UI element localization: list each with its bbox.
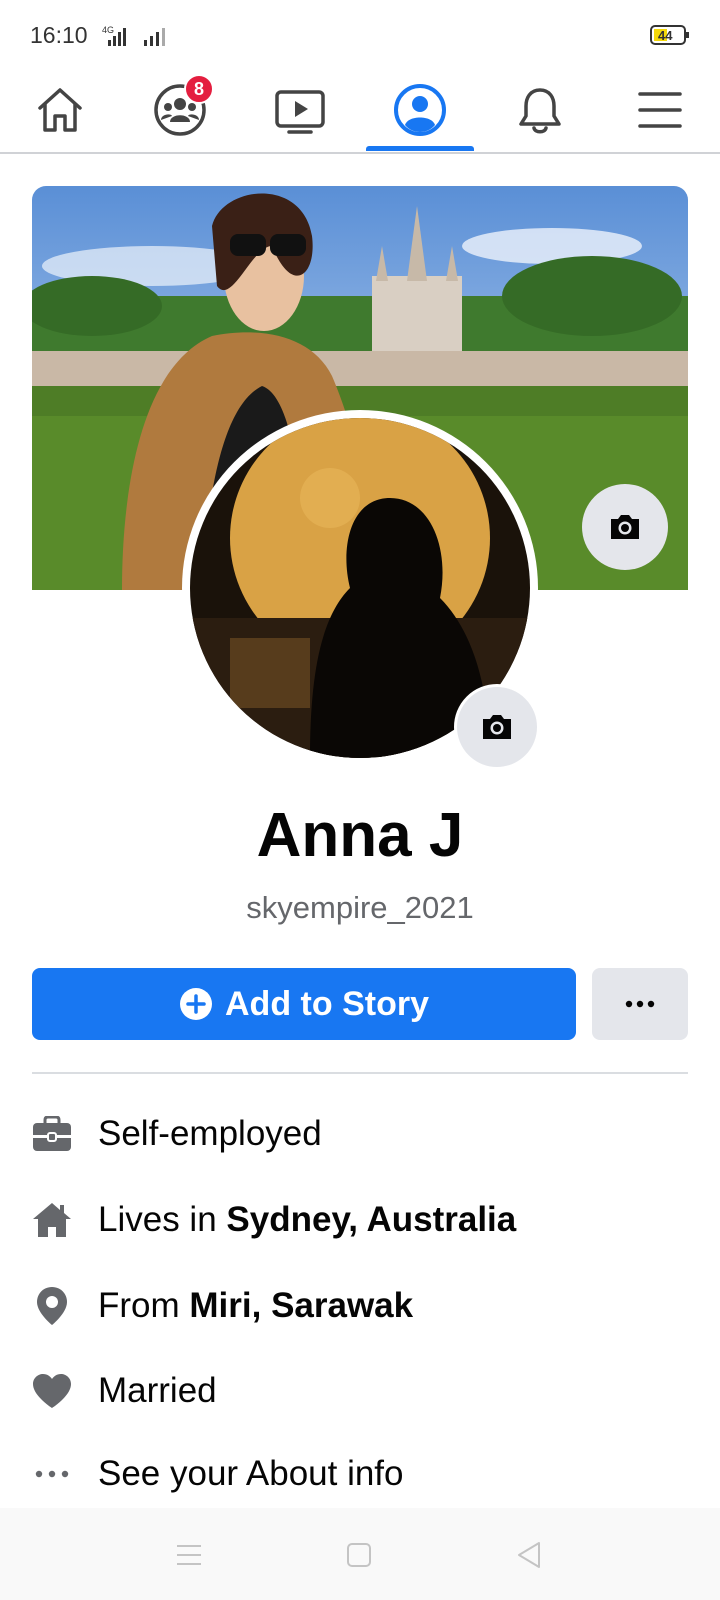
network-type: 4G: [102, 25, 114, 35]
battery-level: 44: [658, 28, 673, 43]
house-icon: [32, 1200, 72, 1240]
nav-watch[interactable]: [240, 68, 360, 152]
more-dots-icon: [32, 1454, 72, 1494]
hamburger-menu-icon: [638, 92, 682, 128]
home-icon: [38, 88, 82, 132]
intro-relationship[interactable]: Married: [32, 1361, 688, 1421]
back-triangle-icon: [518, 1542, 540, 1568]
add-to-story-button[interactable]: Add to Story: [32, 968, 576, 1040]
status-bar: 16:10 4G 44: [0, 0, 720, 68]
work-text: Self-employed: [98, 1114, 322, 1153]
back-system-button[interactable]: [512, 1538, 546, 1572]
about-text: See your About info: [98, 1454, 404, 1493]
nav-menu[interactable]: [600, 68, 720, 152]
more-dots-icon: [625, 1000, 655, 1008]
signal-icon: 4G: [100, 24, 180, 53]
add-to-story-label: Add to Story: [225, 984, 429, 1023]
from-place: Miri, Sarawak: [189, 1286, 414, 1325]
edit-avatar-camera-button[interactable]: [454, 684, 540, 770]
watch-icon: [275, 90, 325, 134]
camera-icon: [611, 515, 639, 539]
square-icon: [347, 1543, 371, 1567]
from-prefix: From: [98, 1286, 190, 1325]
top-nav: 8: [0, 68, 720, 154]
lives-prefix: Lives in: [98, 1200, 227, 1239]
home-system-button[interactable]: [342, 1538, 376, 1572]
location-pin-icon: [32, 1286, 72, 1326]
status-time: 16:10: [30, 22, 88, 48]
battery-icon: 44: [650, 24, 690, 46]
intro-from[interactable]: From Miri, Sarawak: [32, 1276, 688, 1336]
nav-notifications[interactable]: [480, 68, 600, 152]
active-tab-indicator: [366, 146, 474, 151]
more-options-button[interactable]: [592, 968, 688, 1040]
section-divider: [32, 1072, 688, 1074]
relationship-text: Married: [98, 1371, 217, 1410]
menu-lines-icon: [177, 1545, 201, 1565]
heart-icon: [32, 1371, 72, 1411]
plus-circle-icon: [180, 988, 212, 1020]
see-about-info-link[interactable]: See your About info: [32, 1444, 688, 1504]
nav-home[interactable]: [0, 68, 120, 152]
recent-apps-button[interactable]: [172, 1538, 206, 1572]
intro-work[interactable]: Self-employed: [32, 1104, 688, 1164]
nav-groups[interactable]: [120, 68, 240, 152]
profile-username: skyempire_2021: [246, 890, 474, 925]
briefcase-icon: [32, 1114, 72, 1154]
profile-icon: [394, 84, 446, 136]
profile-name: Anna J: [256, 801, 464, 870]
nav-profile[interactable]: [360, 68, 480, 152]
intro-lives-in[interactable]: Lives in Sydney, Australia: [32, 1190, 688, 1250]
groups-badge: 8: [184, 74, 214, 104]
edit-cover-camera-button[interactable]: [582, 484, 668, 570]
camera-icon: [483, 715, 511, 739]
system-nav-bar: [0, 1508, 720, 1600]
bell-icon: [519, 88, 561, 134]
lives-place: Sydney, Australia: [226, 1200, 517, 1239]
